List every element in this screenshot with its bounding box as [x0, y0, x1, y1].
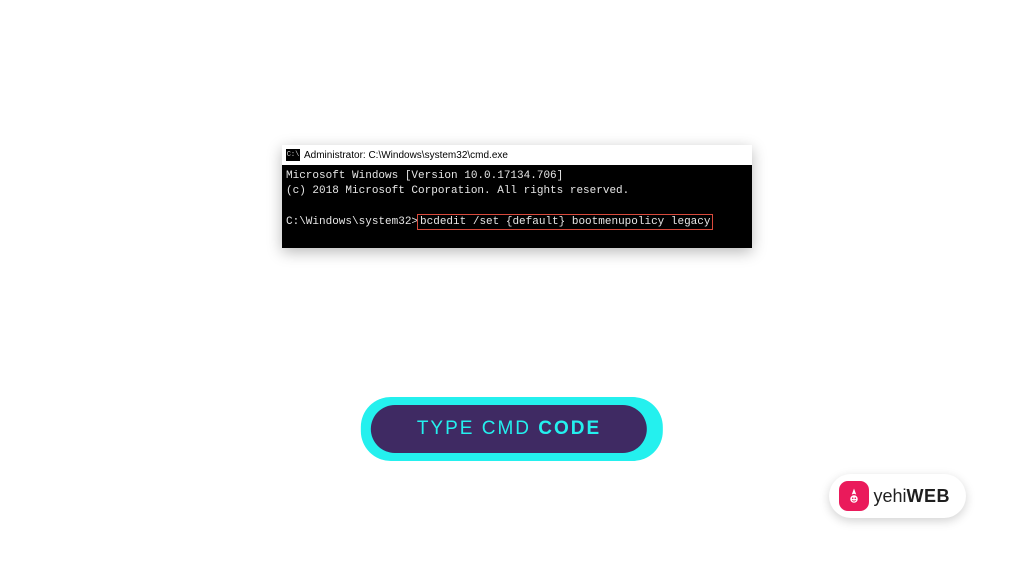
cmd-output-line-1: Microsoft Windows [Version 10.0.17134.70… [286, 169, 748, 184]
cmd-blank-line [286, 199, 748, 214]
step-caption-bold: CODE [538, 418, 601, 439]
cmd-icon: C:\ [286, 149, 300, 161]
cmd-window: C:\ Administrator: C:\Windows\system32\c… [282, 145, 752, 248]
step-caption-outer: TYPE CMD CODE [361, 397, 663, 461]
cmd-prompt-row: C:\Windows\system32>bcdedit /set {defaul… [286, 214, 748, 231]
brand-text-thin: yehi [873, 486, 906, 506]
step-caption-inner: TYPE CMD CODE [371, 405, 647, 453]
cmd-output-line-2: (c) 2018 Microsoft Corporation. All righ… [286, 184, 748, 199]
brand-badge: yehiWEB [829, 474, 966, 518]
cmd-window-title: Administrator: C:\Windows\system32\cmd.e… [304, 150, 508, 161]
brand-text-heavy: WEB [907, 486, 951, 506]
cmd-titlebar: C:\ Administrator: C:\Windows\system32\c… [282, 145, 752, 165]
cmd-body[interactable]: Microsoft Windows [Version 10.0.17134.70… [282, 165, 752, 248]
cmd-icon-glyph: C:\ [287, 152, 300, 159]
cmd-prompt: C:\Windows\system32> [286, 216, 418, 228]
step-caption-thin: TYPE CMD [417, 418, 538, 439]
cmd-typed-command: bcdedit /set {default} bootmenupolicy le… [417, 214, 713, 231]
brand-text: yehiWEB [873, 486, 950, 507]
step-caption: TYPE CMD CODE [361, 397, 663, 461]
brand-logo-icon [839, 481, 869, 511]
